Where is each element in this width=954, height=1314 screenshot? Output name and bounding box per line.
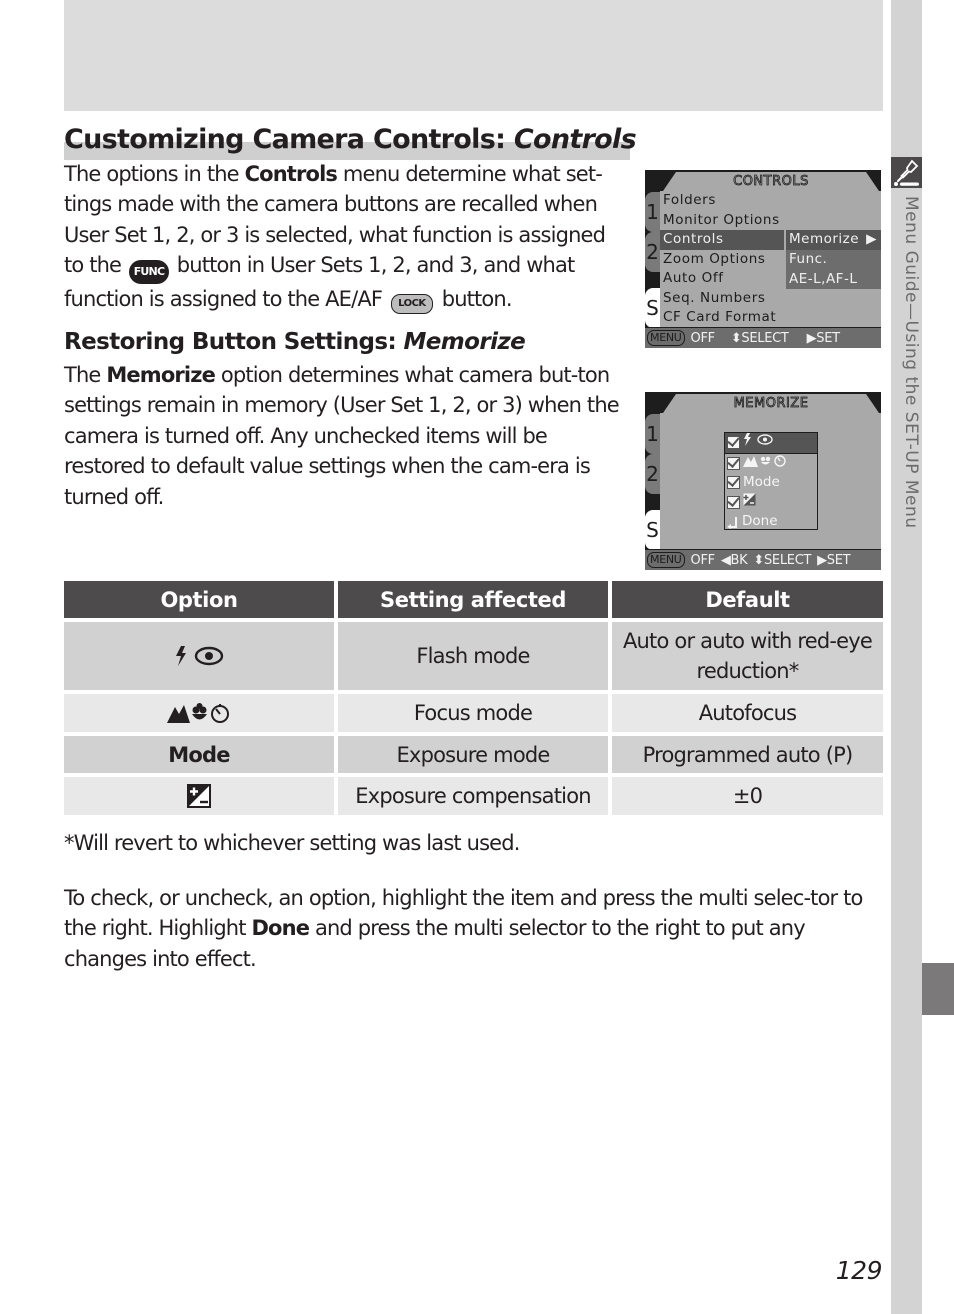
submenu-label: Memorize — [789, 231, 860, 247]
lcd-footer: MENU OFF ⬍SELECT ▶SET — [645, 327, 881, 348]
lcd-tab-s: S — [645, 510, 660, 550]
table-row: Mode Exposure mode Programmed auto (P) — [64, 736, 883, 773]
page-number: 129 — [835, 1256, 883, 1285]
lcd-controls-screenshot: CONTROLS 1 2 S Folders Monitor Options C… — [645, 170, 881, 348]
closing-paragraph: To check, or uncheck, an option, highlig… — [64, 886, 863, 971]
lcd-tab-2: 2 — [645, 232, 660, 272]
memorize-options-table: Option Setting affected Default Flash mo… — [64, 581, 883, 819]
footer-off: OFF — [690, 553, 716, 568]
lcd-tab-1: 1 — [645, 414, 660, 454]
arrow-right-icon: ▶ — [866, 231, 877, 247]
lcd-tab-1: 1 — [645, 192, 660, 232]
lcd-menu-item: Seq. Numbers — [663, 289, 766, 306]
footer-select: ⬍SELECT — [753, 553, 812, 568]
bold-term: Memorize — [106, 363, 216, 387]
option-cell — [64, 694, 334, 732]
default-cell: Programmed auto (P) — [612, 736, 883, 773]
submenu-label: Func. — [789, 251, 828, 267]
checkbox-checked-icon — [727, 436, 740, 450]
bold-term: Controls — [244, 162, 338, 186]
lcd-tab-2: 2 — [645, 454, 660, 494]
checkbox-checked-icon — [727, 495, 740, 509]
footer-set: ▶SET — [817, 553, 851, 568]
footer-set: ▶SET — [806, 331, 841, 346]
ae-af-lock-button-icon: LOCK — [390, 294, 433, 315]
lcd-tab-s: S — [645, 288, 660, 328]
lcd-menu-item: Auto Off — [663, 270, 724, 286]
memo-label: Done — [742, 513, 778, 529]
lcd-menu-item-selected: Controls — [660, 230, 784, 250]
heading-plain: Restoring Button Settings: — [64, 329, 404, 355]
setting-cell: Flash mode — [338, 622, 608, 690]
table-footnote: *Will revert to whichever setting was la… — [64, 831, 520, 855]
checkbox-checked-icon — [727, 456, 740, 470]
default-cell: Autofocus — [612, 694, 883, 732]
section-heading-memorize: Restoring Button Settings: Memorize — [64, 325, 630, 359]
title-italic: Controls — [513, 124, 637, 155]
intro-paragraph: The options in the Controls menu determi… — [64, 159, 630, 315]
chapter-thumb-tab — [922, 963, 954, 1015]
setting-cell: Exposure mode — [338, 736, 608, 773]
focus-mode-icons — [167, 701, 231, 725]
memorize-paragraph: The Memorize option determines what came… — [64, 363, 620, 509]
focus-mode-icons — [743, 454, 789, 474]
table-row: Flash mode Auto or auto with red-eye red… — [64, 622, 883, 690]
lcd-menu-item: Monitor Options — [663, 211, 780, 228]
footer-select: ⬍SELECT — [730, 331, 789, 346]
title-plain: Customizing Camera Controls: — [64, 124, 514, 155]
lcd-title: CONTROLS — [663, 172, 879, 191]
memo-label: Mode — [743, 474, 780, 490]
memo-row-focus — [725, 454, 817, 474]
lcd-submenu-memorize: Memorize ▶ — [786, 230, 881, 250]
func-button-icon: FUNC — [128, 260, 169, 285]
table-row: Exposure compensation ±0 — [64, 777, 883, 815]
setting-cell: Exposure compensation — [338, 777, 608, 815]
bold-term: Done — [251, 916, 310, 941]
lcd-submenu-other: Func. AE-L,AF-L — [786, 250, 881, 289]
lcd-menu-item: Zoom Options — [663, 250, 766, 267]
option-cell — [64, 622, 334, 690]
table-header-cell: Setting affected — [338, 581, 608, 618]
memo-row-exposure — [725, 493, 817, 513]
setup-wrench-icon — [891, 157, 922, 188]
submenu-label: AE-L,AF-L — [789, 270, 858, 287]
menu-button-icon: MENU — [647, 330, 685, 346]
exposure-comp-icon — [743, 493, 756, 513]
page-title: Customizing Camera Controls: Controls — [64, 122, 637, 160]
table-row: Focus mode Autofocus — [64, 694, 883, 732]
footer-off: OFF — [690, 331, 716, 346]
checkbox-checked-icon — [727, 476, 740, 490]
lcd-memorize-screenshot: MEMORIZE 1 2 S Mode Done MENU OFF ◀BK ⬍S… — [645, 392, 881, 570]
flash-redeye-icon — [743, 433, 777, 453]
lcd-menu-item: Folders — [663, 192, 716, 208]
return-icon — [727, 516, 739, 529]
table-header-row: Option Setting affected Default — [64, 581, 883, 618]
menu-button-icon: MENU — [647, 552, 685, 568]
setting-cell: Focus mode — [338, 694, 608, 732]
default-cell: Auto or auto with red-eye reduction* — [612, 622, 883, 690]
lcd-menu-item: CF Card Format — [663, 309, 777, 325]
memo-row-mode: Mode — [725, 473, 817, 493]
lcd-title: MEMORIZE — [663, 394, 879, 413]
option-cell: Mode — [64, 736, 334, 773]
default-cell: ±0 — [612, 777, 883, 815]
table-header-cell: Default — [612, 581, 883, 618]
memo-row-done: Done — [725, 512, 817, 532]
heading-italic: Memorize — [403, 329, 526, 355]
memo-row-flash — [725, 433, 817, 454]
footer-back: ◀BK — [720, 553, 748, 568]
exposure-comp-icon — [187, 784, 211, 808]
flash-redeye-icon — [173, 644, 225, 668]
option-cell — [64, 777, 334, 815]
section-side-label: Menu Guide—Using the SET-UP Menu — [901, 196, 921, 529]
header-band — [64, 0, 883, 111]
table-header-cell: Option — [64, 581, 334, 618]
memorize-checklist: Mode Done — [724, 432, 818, 530]
lcd-footer: MENU OFF ◀BK ⬍SELECT ▶SET — [645, 549, 881, 570]
